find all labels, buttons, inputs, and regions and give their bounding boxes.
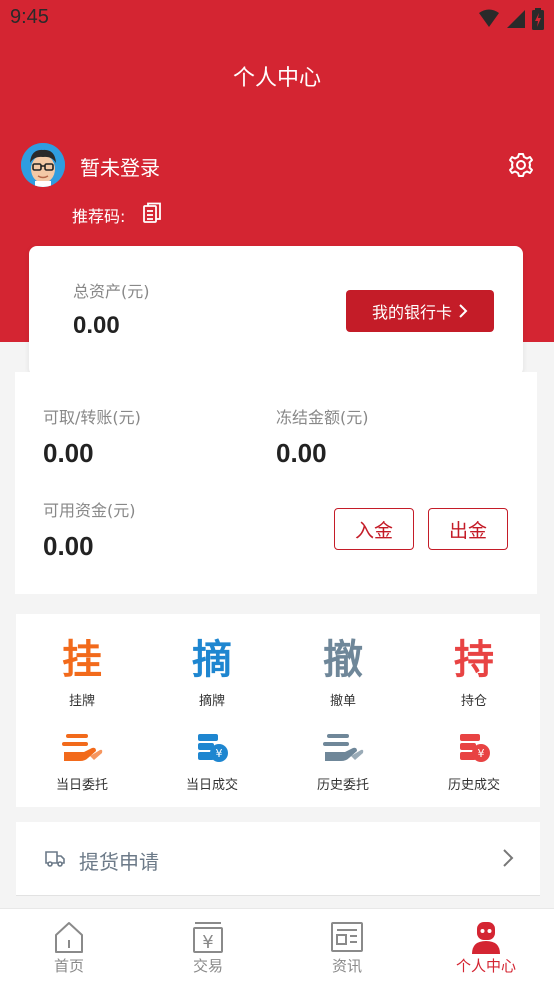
available-funds-value: 0.00: [43, 531, 94, 561]
deposit-button[interactable]: 入金: [334, 508, 414, 550]
tab-profile-label: 个人中心: [455, 957, 516, 975]
withdrawable-value: 0.00: [43, 438, 94, 468]
menu-item-label: 历史成交: [447, 778, 500, 793]
menu-grid: 挂 挂牌 摘 摘牌 撤 撤单 持 持仓 当日委托 ¥ 当日成交 历史委托 ¥ 历…: [16, 614, 540, 807]
coins-icon: ¥: [460, 734, 490, 762]
hold-glyph-icon: 持: [454, 637, 494, 683]
tab-trade[interactable]: ¥ 交易: [153, 919, 263, 976]
my-bank-card-label: 我的银行卡: [371, 303, 452, 322]
news-icon: [331, 922, 363, 952]
withdraw-button[interactable]: 出金: [428, 508, 508, 550]
battery-icon: [532, 8, 544, 30]
tab-news-label: 资讯: [331, 957, 362, 975]
menu-item-today-orders[interactable]: 当日委托: [27, 726, 137, 793]
hand-money-icon: [323, 734, 364, 761]
chevron-right-icon: [503, 849, 514, 867]
coins-icon: ¥: [198, 734, 228, 762]
menu-item-positions[interactable]: 持 持仓: [419, 634, 529, 709]
frozen-amount-label: 冻结金额(元): [276, 408, 369, 427]
svg-text:¥: ¥: [202, 932, 213, 953]
chevron-right-icon: [459, 304, 468, 318]
menu-item-history-orders[interactable]: 历史委托: [288, 726, 398, 793]
home-icon: [55, 922, 83, 953]
menu-item-delist[interactable]: 摘 摘牌: [157, 634, 267, 709]
hand-money-icon: [62, 734, 103, 761]
menu-item-list[interactable]: 挂 挂牌: [27, 634, 137, 709]
bottom-tab-bar: 首页 ¥ 交易 资讯 个人中心: [0, 908, 554, 984]
signal-icon: [507, 10, 525, 28]
menu-item-label: 当日委托: [55, 778, 108, 793]
my-bank-card-button[interactable]: 我的银行卡: [346, 290, 494, 332]
funds-card: 可取/转账(元) 0.00 冻结金额(元) 0.00 可用资金(元) 0.00 …: [15, 372, 537, 594]
status-icons: [478, 8, 544, 30]
profile-icon: [472, 922, 500, 954]
menu-item-history-deals[interactable]: ¥ 历史成交: [419, 726, 529, 793]
frozen-amount-value: 0.00: [276, 438, 327, 468]
delivery-application-row[interactable]: 提货申请: [16, 822, 540, 896]
menu-item-cancel-order[interactable]: 撤 撤单: [288, 634, 398, 709]
delist-glyph-icon: 摘: [192, 637, 232, 683]
tab-news[interactable]: 资讯: [292, 919, 402, 976]
wifi-icon: [479, 9, 499, 27]
svg-text:¥: ¥: [478, 747, 485, 760]
menu-item-label: 历史委托: [316, 778, 369, 793]
avatar[interactable]: [21, 143, 65, 187]
cancel-glyph-icon: 撤: [323, 637, 363, 683]
total-assets-value: 0.00: [73, 312, 120, 339]
copy-icon[interactable]: [142, 202, 162, 224]
menu-item-label: 挂牌: [68, 694, 95, 709]
menu-item-label: 持仓: [460, 694, 487, 709]
delivery-application-label: 提货申请: [79, 850, 159, 874]
status-bar: 9:45: [0, 0, 554, 36]
trade-icon: ¥: [193, 922, 223, 953]
login-status[interactable]: 暂未登录: [80, 152, 160, 181]
menu-item-label: 摘牌: [198, 694, 225, 709]
menu-item-label: 当日成交: [185, 778, 238, 793]
tab-profile[interactable]: 个人中心: [431, 919, 541, 976]
tab-home-label: 首页: [53, 957, 84, 975]
withdrawable-label: 可取/转账(元): [43, 408, 141, 427]
tab-home[interactable]: 首页: [14, 919, 124, 976]
truck-icon: [45, 851, 65, 867]
page-title: 个人中心: [232, 66, 321, 91]
status-time: 9:45: [10, 6, 49, 28]
list-glyph-icon: 挂: [62, 637, 102, 683]
avatar-face-icon: [21, 143, 65, 187]
available-funds-label: 可用资金(元): [43, 501, 136, 520]
menu-item-label: 撤单: [329, 694, 356, 709]
total-assets-label: 总资产(元): [73, 282, 150, 301]
menu-item-today-deals[interactable]: ¥ 当日成交: [157, 726, 267, 793]
tab-trade-label: 交易: [192, 957, 223, 975]
gear-icon[interactable]: [508, 152, 534, 178]
asset-card: 总资产(元) 0.00 我的银行卡: [29, 246, 523, 376]
svg-text:¥: ¥: [216, 747, 223, 760]
referral-label: 推荐码:: [72, 207, 126, 226]
